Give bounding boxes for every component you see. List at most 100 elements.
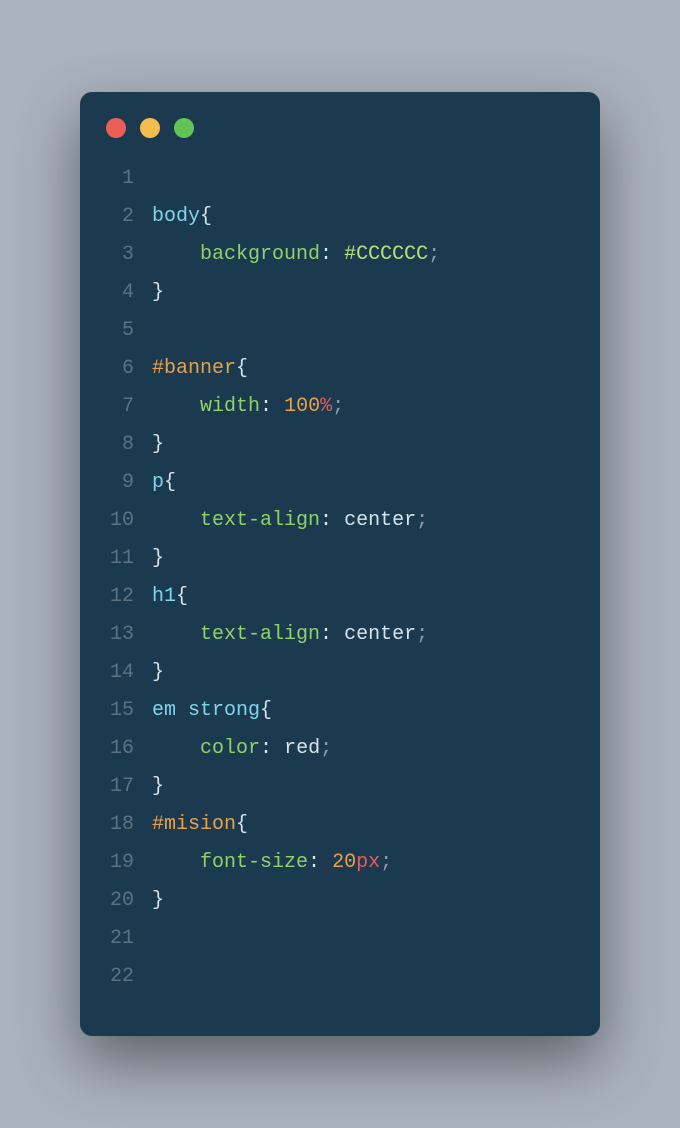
semicolon: ; [320, 737, 332, 760]
line-number: 1 [106, 160, 152, 198]
code-line: 3 background: #CCCCCC; [106, 236, 574, 274]
line-content: body{ [152, 198, 574, 236]
brace-open: { [236, 813, 248, 836]
value: center [344, 623, 416, 646]
minimize-icon[interactable] [140, 118, 160, 138]
line-number: 16 [106, 730, 152, 768]
brace-close: } [152, 281, 164, 304]
code-line: 4 } [106, 274, 574, 312]
brace-open: { [236, 357, 248, 380]
line-content: #mision{ [152, 806, 574, 844]
selector: em [152, 699, 176, 722]
code-line: 21 [106, 920, 574, 958]
code-line: 7 width: 100%; [106, 388, 574, 426]
brace-open: { [164, 471, 176, 494]
line-content [152, 920, 574, 958]
line-number: 7 [106, 388, 152, 426]
code-area: 1 2 body{ 3 background: #CCCCCC; 4 } 5 6… [106, 160, 574, 996]
semicolon: ; [416, 509, 428, 532]
line-content [152, 312, 574, 350]
property: text-align [200, 509, 320, 532]
line-number: 10 [106, 502, 152, 540]
code-line: 8 } [106, 426, 574, 464]
line-number: 5 [106, 312, 152, 350]
line-content: font-size: 20px; [152, 844, 574, 882]
code-line: 12 h1{ [106, 578, 574, 616]
selector: h1 [152, 585, 176, 608]
id-selector: #mision [152, 813, 236, 836]
line-number: 12 [106, 578, 152, 616]
selector: body [152, 205, 200, 228]
line-content: } [152, 768, 574, 806]
line-content: background: #CCCCCC; [152, 236, 574, 274]
unit: % [320, 395, 332, 418]
line-content: color: red; [152, 730, 574, 768]
property: font-size [200, 851, 308, 874]
line-content: } [152, 882, 574, 920]
line-number: 9 [106, 464, 152, 502]
line-number: 19 [106, 844, 152, 882]
line-number: 11 [106, 540, 152, 578]
line-number: 2 [106, 198, 152, 236]
code-line: 14 } [106, 654, 574, 692]
value: center [344, 509, 416, 532]
line-number: 15 [106, 692, 152, 730]
brace-close: } [152, 433, 164, 456]
code-line: 18 #mision{ [106, 806, 574, 844]
code-line: 5 [106, 312, 574, 350]
line-content: } [152, 426, 574, 464]
value: red [284, 737, 320, 760]
line-number: 6 [106, 350, 152, 388]
colon: : [320, 623, 332, 646]
line-content: text-align: center; [152, 502, 574, 540]
brace-close: } [152, 547, 164, 570]
line-content: } [152, 540, 574, 578]
line-content: #banner{ [152, 350, 574, 388]
line-number: 17 [106, 768, 152, 806]
line-number: 22 [106, 958, 152, 996]
code-line: 16 color: red; [106, 730, 574, 768]
line-number: 4 [106, 274, 152, 312]
property: background [200, 243, 320, 266]
line-content: } [152, 654, 574, 692]
line-number: 13 [106, 616, 152, 654]
code-line: 22 [106, 958, 574, 996]
colon: : [260, 737, 272, 760]
brace-open: { [176, 585, 188, 608]
line-content [152, 958, 574, 996]
line-number: 21 [106, 920, 152, 958]
line-content: text-align: center; [152, 616, 574, 654]
hex-value: #CCCCCC [344, 243, 428, 266]
property: width [200, 395, 260, 418]
line-number: 3 [106, 236, 152, 274]
semicolon: ; [380, 851, 392, 874]
code-line: 15 em strong{ [106, 692, 574, 730]
code-line: 19 font-size: 20px; [106, 844, 574, 882]
brace-close: } [152, 889, 164, 912]
property: text-align [200, 623, 320, 646]
brace-close: } [152, 775, 164, 798]
code-line: 6 #banner{ [106, 350, 574, 388]
line-content: em strong{ [152, 692, 574, 730]
line-number: 14 [106, 654, 152, 692]
maximize-icon[interactable] [174, 118, 194, 138]
code-line: 2 body{ [106, 198, 574, 236]
editor-window: 1 2 body{ 3 background: #CCCCCC; 4 } 5 6… [80, 92, 600, 1036]
code-line: 20 } [106, 882, 574, 920]
colon: : [320, 243, 332, 266]
line-content: } [152, 274, 574, 312]
code-line: 11 } [106, 540, 574, 578]
close-icon[interactable] [106, 118, 126, 138]
code-line: 17 } [106, 768, 574, 806]
colon: : [308, 851, 320, 874]
property: color [200, 737, 260, 760]
colon: : [320, 509, 332, 532]
brace-open: { [200, 205, 212, 228]
number: 100 [284, 395, 320, 418]
line-content [152, 160, 574, 198]
code-line: 10 text-align: center; [106, 502, 574, 540]
code-line: 1 [106, 160, 574, 198]
number: 20 [332, 851, 356, 874]
selector: strong [188, 699, 260, 722]
colon: : [260, 395, 272, 418]
